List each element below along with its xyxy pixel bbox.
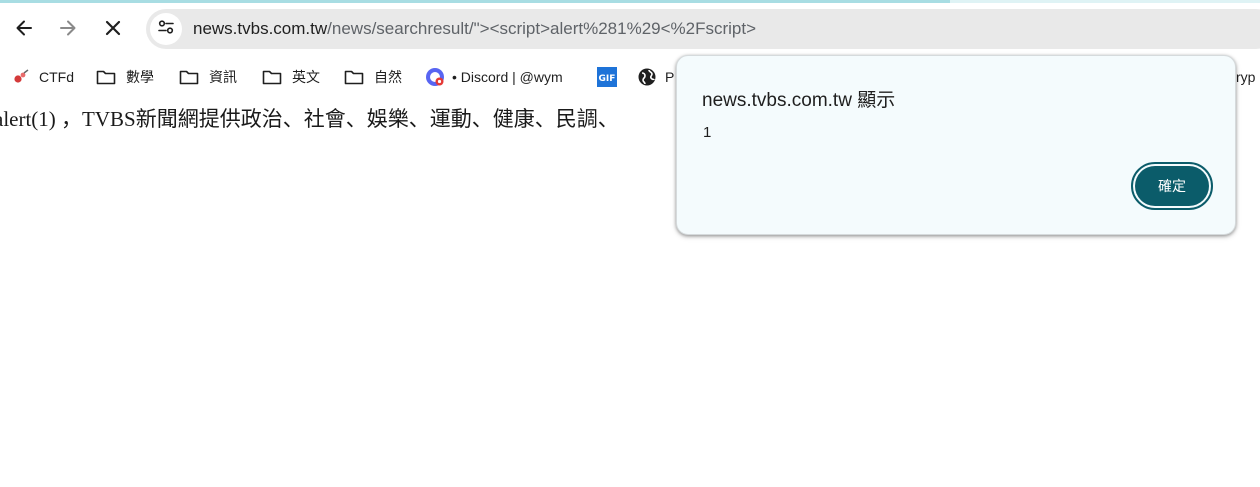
- bookmark-folder-math[interactable]: 數學: [96, 66, 154, 88]
- back-button[interactable]: [7, 11, 41, 45]
- folder-icon: [262, 67, 282, 87]
- arrow-right-icon: [58, 18, 78, 38]
- arrow-left-icon: [14, 18, 34, 38]
- dialog-message: 1: [703, 124, 712, 141]
- address-bar[interactable]: news.tvbs.com.tw/news/searchresult/"><sc…: [146, 9, 1260, 49]
- bookmark-folder-english[interactable]: 英文: [262, 66, 320, 88]
- svg-text:GIF: GIF: [599, 74, 616, 84]
- bookmark-label: 資訊: [209, 69, 237, 85]
- alert-dialog: news.tvbs.com.tw 顯示 1 確定: [676, 55, 1236, 235]
- close-icon: [104, 19, 122, 37]
- bookmark-globe[interactable]: P: [637, 66, 674, 88]
- bookmark-label: ryp: [1236, 69, 1256, 85]
- bookmark-label: 數學: [126, 69, 154, 85]
- bookmark-label: • Discord | @wym: [452, 69, 563, 85]
- folder-icon: [179, 67, 199, 87]
- folder-icon: [96, 67, 116, 87]
- bookmark-discord[interactable]: • Discord | @wym: [425, 66, 563, 88]
- url-text[interactable]: news.tvbs.com.tw/news/searchresult/"><sc…: [193, 19, 756, 39]
- stop-loading-button[interactable]: [96, 11, 130, 45]
- bookmark-folder-info[interactable]: 資訊: [179, 66, 237, 88]
- discord-icon: [425, 67, 445, 87]
- folder-icon: [344, 67, 364, 87]
- browser-toolbar: news.tvbs.com.tw/news/searchresult/"><sc…: [0, 3, 1260, 58]
- ctfd-icon: [12, 67, 30, 87]
- ok-button[interactable]: 確定: [1131, 162, 1213, 210]
- bookmark-label: 自然: [374, 69, 402, 85]
- dialog-title: news.tvbs.com.tw 顯示: [702, 90, 896, 111]
- bookmark-label: 英文: [292, 69, 320, 85]
- bookmark-label: CTFd: [39, 69, 74, 85]
- url-host: news.tvbs.com.tw: [193, 19, 328, 38]
- gif-icon: GIF: [597, 67, 617, 87]
- bookmark-crypto[interactable]: ryp: [1236, 66, 1255, 88]
- globe-icon: [637, 67, 657, 87]
- site-info-button[interactable]: [150, 13, 182, 45]
- bookmark-ctfd[interactable]: CTFd: [12, 66, 74, 88]
- bookmark-gif[interactable]: GIF: [597, 66, 617, 88]
- tune-icon: [157, 18, 175, 40]
- bookmark-folder-science[interactable]: 自然: [344, 66, 402, 88]
- page-body-text: alert(1) ，TVBS新聞網提供政治、社會、娛樂、運動、健康、民調、: [0, 107, 619, 131]
- forward-button[interactable]: [51, 11, 85, 45]
- bookmark-label: P: [665, 69, 675, 85]
- url-path: /news/searchresult/"><script>alert%281%2…: [327, 19, 757, 38]
- ok-button-label: 確定: [1135, 166, 1209, 206]
